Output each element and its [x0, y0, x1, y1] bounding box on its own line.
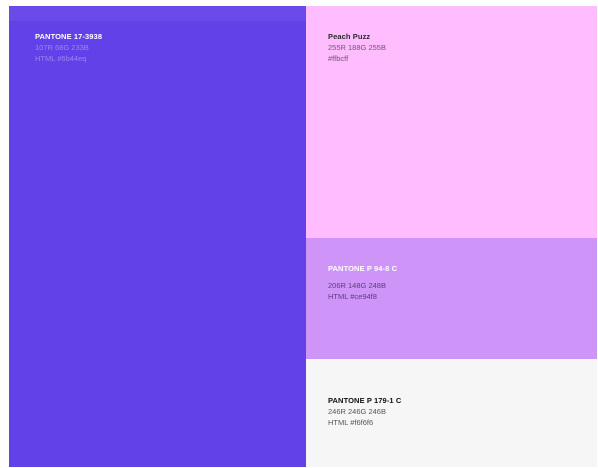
swatch-html: HTML #f6f6f6	[328, 418, 374, 427]
swatch-pantone-p-94-8-c: PANTONE P 94-8 C 206R 148G 248B HTML #ce…	[306, 238, 597, 359]
swatch-rgb: 246R 246G 246B	[328, 407, 386, 416]
swatch-peach-puzz: Peach Puzz 255R 188G 255B #ffbcff	[306, 6, 597, 238]
swatch-name: PANTONE P 94-8 C	[328, 264, 398, 273]
swatch-rgb: 107R 68G 233B	[35, 43, 89, 52]
swatch-pantone-p-179-1-c: PANTONE P 179-1 C 246R 246G 246B HTML #f…	[306, 359, 597, 467]
swatch-html: HTML #6b44eq	[35, 54, 87, 63]
swatch-name: PANTONE 17-3938	[35, 32, 103, 41]
swatch-top-band	[9, 6, 306, 21]
swatch-name: Peach Puzz	[328, 32, 371, 41]
swatch-name: PANTONE P 179-1 C	[328, 396, 402, 405]
swatch-html: #ffbcff	[328, 54, 349, 63]
swatch-rgb: 255R 188G 255B	[328, 43, 386, 52]
swatch-html: HTML #ce94f8	[328, 292, 377, 301]
swatch-pantone-17-3938: PANTONE 17-3938 107R 68G 233B HTML #6b44…	[9, 6, 306, 467]
swatch-rgb: 206R 148G 248B	[328, 281, 386, 290]
color-palette: PANTONE 17-3938 107R 68G 233B HTML #6b44…	[9, 6, 597, 467]
